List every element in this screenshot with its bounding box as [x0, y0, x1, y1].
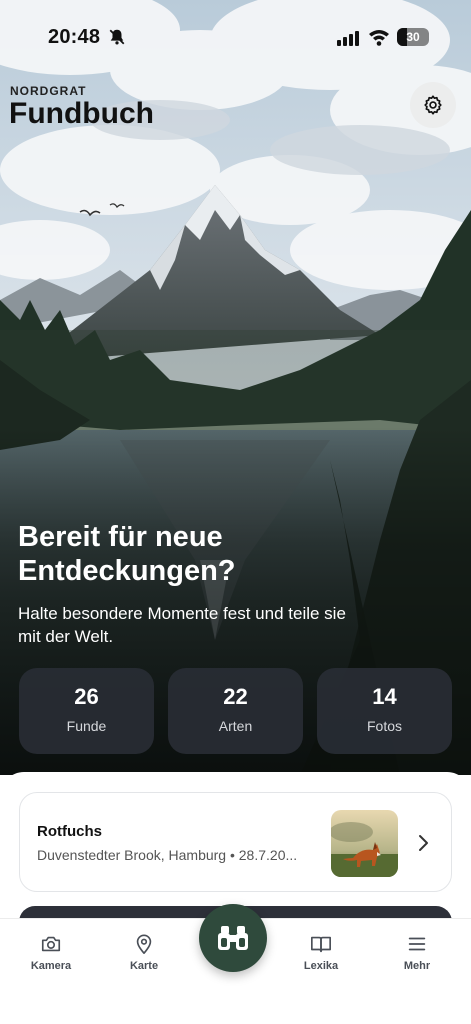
map-pin-icon	[136, 934, 152, 954]
tab-lexika[interactable]: Lexika	[286, 933, 356, 983]
cellular-signal-icon	[337, 31, 359, 46]
recent-find-card[interactable]: Rotfuchs Duvenstedter Brook, Hamburg • 2…	[19, 792, 452, 892]
page-title: Fundbuch	[9, 97, 154, 130]
binoculars-icon	[218, 926, 248, 950]
stat-card-fotos[interactable]: 14 Fotos	[317, 668, 452, 754]
stat-value: 22	[223, 684, 248, 709]
stat-card-funde[interactable]: 26 Funde	[19, 668, 154, 754]
book-icon	[311, 936, 331, 953]
wifi-icon	[369, 30, 389, 46]
fox-thumbnail	[331, 810, 398, 877]
stat-value: 14	[372, 684, 397, 709]
stat-value: 26	[74, 684, 99, 709]
hero-subtitle: Halte besondere Momente fest und teile s…	[18, 604, 346, 646]
hero-headline: Bereit für neue Entdeckungen?	[18, 521, 236, 587]
status-bar: 20:48 30	[0, 0, 471, 70]
tab-mehr[interactable]: Mehr	[382, 933, 452, 983]
find-title: Rotfuchs	[37, 823, 102, 840]
stat-card-arten[interactable]: 22 Arten	[168, 668, 303, 754]
bell-slash-icon	[109, 29, 125, 45]
find-location-date: Duvenstedter Brook, Hamburg • 28.7.20...	[37, 847, 298, 863]
stat-label: Funde	[66, 718, 107, 734]
spot-button[interactable]	[199, 904, 267, 972]
tab-label: Karte	[129, 960, 159, 972]
menu-icon	[408, 937, 426, 951]
camera-icon	[41, 936, 61, 952]
stat-label: Arten	[218, 718, 253, 734]
stat-label: Fotos	[366, 718, 402, 734]
brand-label: NORDGRAT	[10, 84, 87, 98]
tab-label: Mehr	[403, 960, 431, 972]
gear-icon	[424, 95, 442, 115]
tab-label: Lexika	[303, 960, 339, 972]
settings-button[interactable]	[410, 82, 456, 128]
tab-karte[interactable]: Karte	[109, 933, 179, 983]
tab-label: Kamera	[30, 960, 72, 972]
battery-indicator: 30	[397, 28, 429, 46]
battery-percent: 30	[406, 30, 420, 44]
chevron-right-icon	[419, 835, 428, 851]
status-time: 20:48	[48, 26, 101, 48]
tab-kamera[interactable]: Kamera	[16, 933, 86, 983]
